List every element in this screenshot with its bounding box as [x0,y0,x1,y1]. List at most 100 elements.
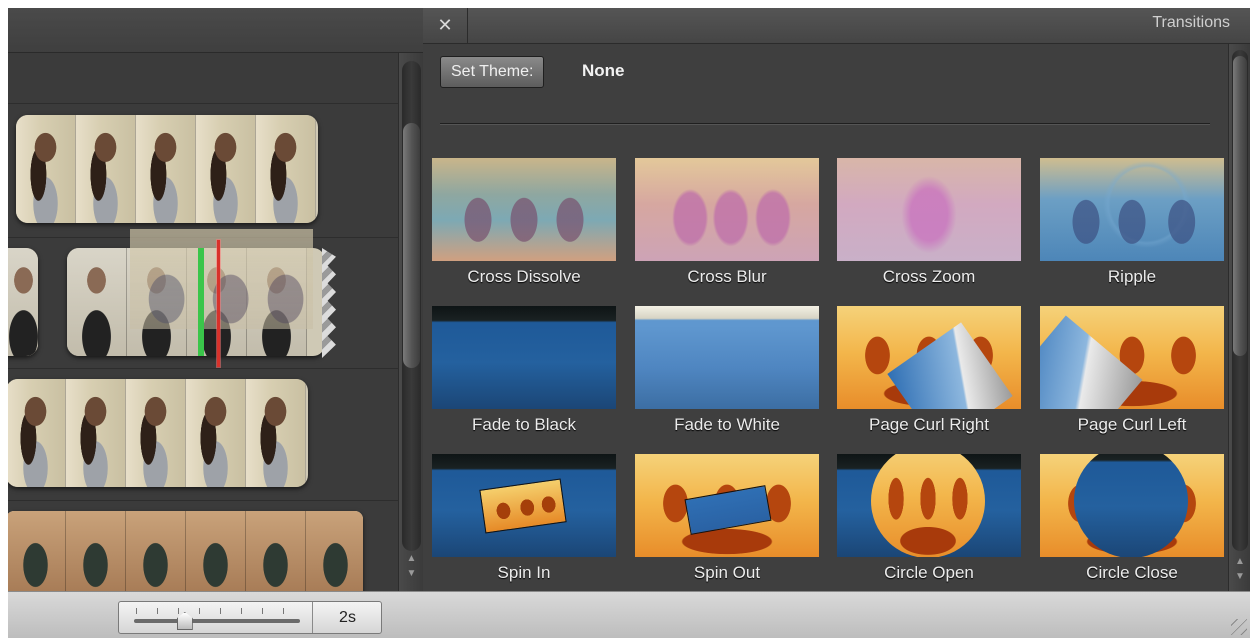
page-curl-shape [1040,315,1143,409]
project-header [8,8,423,53]
circle-reveal [1074,454,1188,557]
clip-frame [256,115,316,223]
resize-grip-icon[interactable] [1231,619,1247,635]
clip-size-slider[interactable] [119,602,313,633]
clip-frame [16,115,76,223]
slider-tick [220,608,221,614]
clip-duration-value: 2s [339,609,356,626]
scroll-down-arrow-icon[interactable]: ▼ [399,568,423,580]
spin-out-thumbnail [635,454,819,557]
slider-tick [157,608,158,614]
clip-frame [306,511,363,591]
clip-frame [126,511,186,591]
clip-size-control: 2s [118,601,382,634]
transition-label: Ripple [1107,267,1157,286]
scroll-up-arrow-icon[interactable]: ▲ [399,553,423,565]
timeline-scrollbar[interactable]: ▲ ▼ [398,53,423,591]
transition-fade-to-black[interactable]: Fade to Black [432,306,616,448]
dragged-transition-preview [130,229,313,329]
divider [440,123,1210,125]
clip-frame [126,379,186,487]
clip-frame [136,115,196,223]
transition-label: Cross Dissolve [467,267,581,286]
close-icon: ✕ [437,15,453,35]
clip-frame [8,511,66,591]
page-curl-right-thumbnail [837,306,1021,409]
transition-label: Spin In [497,563,551,582]
transition-label: Cross Blur [687,267,767,286]
transition-cross-dissolve[interactable]: Cross Dissolve [432,158,616,300]
scroll-up-arrow-icon[interactable]: ▲ [1229,556,1250,568]
transitions-browser: ✕ Transitions Set Theme: None Cross Diss… [423,8,1250,591]
scrollbar-thumb[interactable] [403,123,420,368]
transition-label: Spin Out [693,563,761,582]
transition-label: Cross Zoom [882,267,976,286]
video-clip-phone[interactable] [8,511,363,591]
insertion-marker [198,248,204,356]
transition-circle-open[interactable]: Circle Open [837,454,1021,596]
spin-inset [479,478,567,534]
cross-blur-thumbnail [635,158,819,261]
transition-label: Circle Open [884,563,974,582]
panel-title: Transitions [1152,14,1230,31]
transition-ripple[interactable]: Ripple [1040,158,1224,300]
transition-page-curl-left[interactable]: Page Curl Left [1040,306,1224,448]
transition-spin-in[interactable]: Spin In [432,454,616,596]
set-theme-button[interactable]: Set Theme: [440,56,545,88]
slider-tick [241,608,242,614]
transition-label: Fade to Black [472,415,576,434]
clip-frame [246,379,306,487]
page-curl-shape [887,322,1013,409]
transition-page-curl-right[interactable]: Page Curl Right [837,306,1021,448]
transition-spin-out[interactable]: Spin Out [635,454,819,596]
project-timeline-pane: ▲ ▼ [8,8,423,591]
transition-cross-zoom[interactable]: Cross Zoom [837,158,1021,300]
close-button[interactable]: ✕ [423,8,468,43]
circle-reveal [871,454,985,557]
circle-open-thumbnail [837,454,1021,557]
playhead[interactable] [217,240,220,367]
transition-label: Circle Close [1086,563,1178,582]
clip-frame [186,511,246,591]
cross-dissolve-thumbnail [432,158,616,261]
clip-frame [8,248,38,356]
fade-to-black-thumbnail [432,306,616,409]
page-curl-left-thumbnail [1040,306,1224,409]
ripple-thumbnail [1040,158,1224,261]
transitions-header: ✕ Transitions [423,8,1250,44]
slider-tick [178,608,179,614]
row-divider [8,500,398,501]
circle-close-thumbnail [1040,454,1224,557]
slider-tick [136,608,137,614]
video-clip-girl-1[interactable] [16,115,318,223]
clip-frame [76,115,136,223]
scrollbar-thumb[interactable] [1233,56,1247,356]
video-clip-girl-2[interactable] [8,379,308,487]
clip-frame [66,379,126,487]
transition-circle-close[interactable]: Circle Close [1040,454,1224,596]
scroll-down-arrow-icon[interactable]: ▼ [1229,571,1250,583]
slider-tick [199,608,200,614]
clip-frame [186,379,246,487]
bottom-toolbar: 2s [8,591,1250,638]
slider-knob-icon[interactable] [176,612,193,630]
video-clip-partial[interactable] [8,248,38,356]
cross-zoom-thumbnail [837,158,1021,261]
slider-tick [283,608,284,614]
clip-frame [8,379,66,487]
transition-fade-to-white[interactable]: Fade to White [635,306,819,448]
fade-to-white-thumbnail [635,306,819,409]
transition-label: Fade to White [674,415,780,434]
spin-inset [684,485,772,535]
spin-in-thumbnail [432,454,616,557]
transition-label: Page Curl Right [868,415,989,434]
slider-track [134,619,300,623]
clip-torn-edge [322,248,336,358]
project-toolbar-area [8,53,398,104]
transitions-scrollbar[interactable]: ▲ ▼ [1228,44,1250,591]
clip-frame [246,511,306,591]
transition-cross-blur[interactable]: Cross Blur [635,158,819,300]
clip-frame [196,115,256,223]
slider-tick [262,608,263,614]
row-divider [8,368,398,369]
